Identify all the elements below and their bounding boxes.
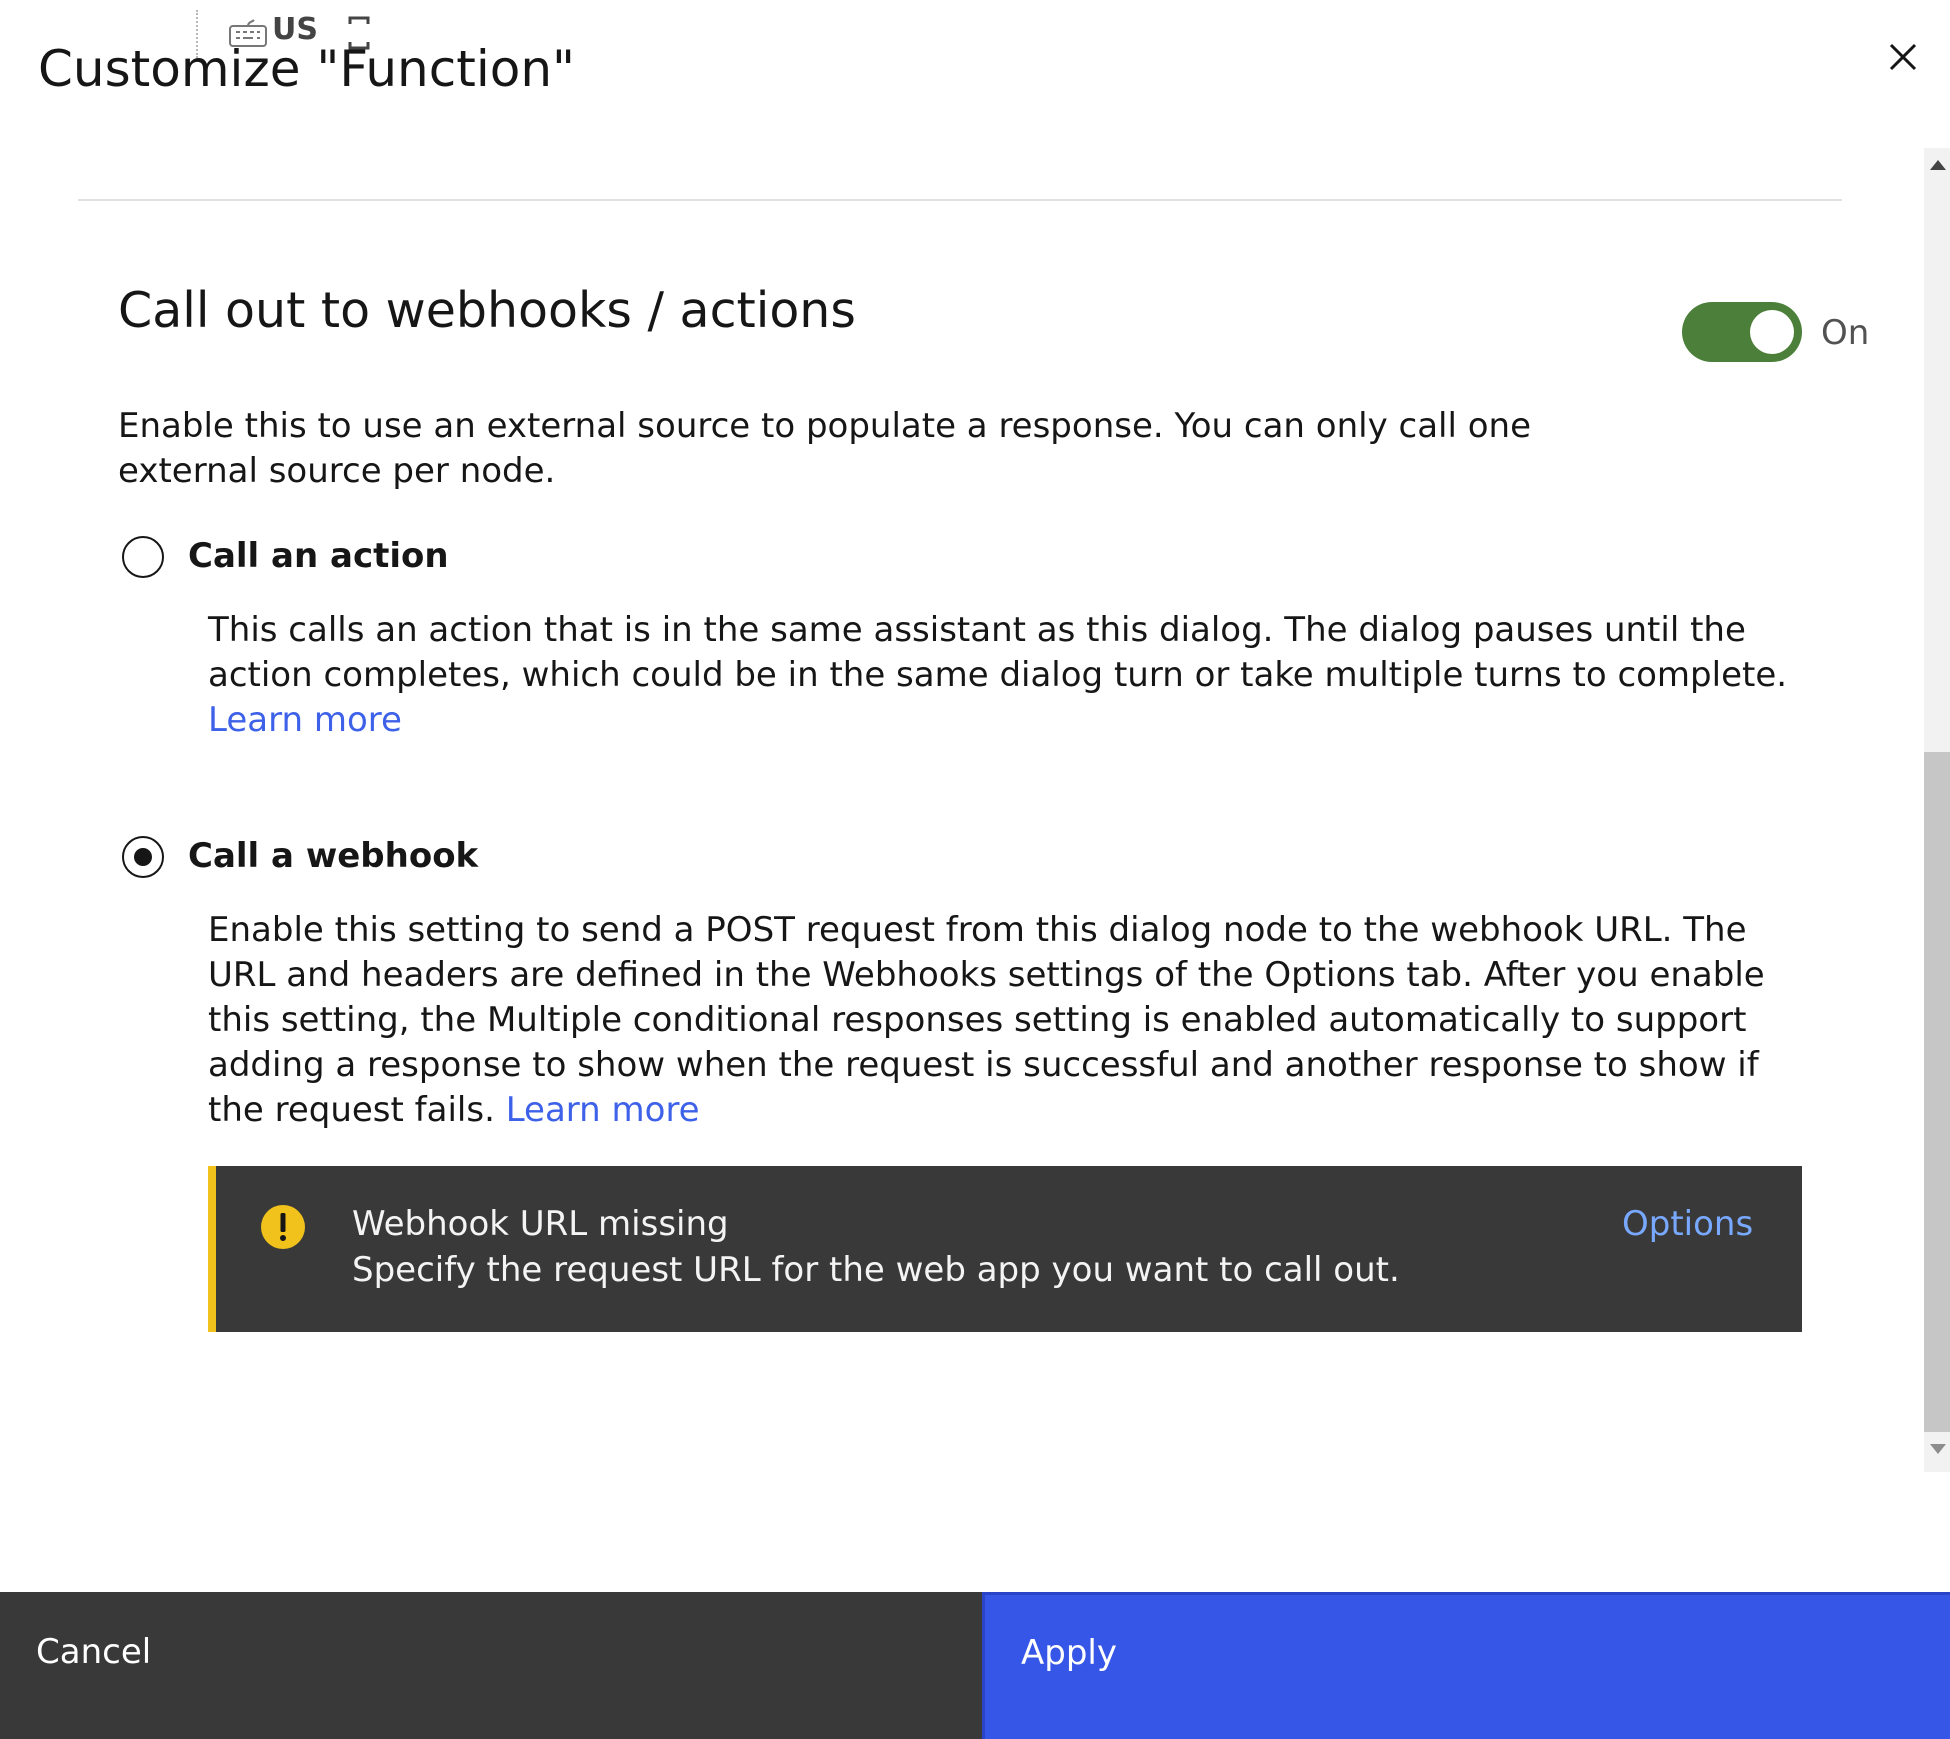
warning-icon <box>261 1205 305 1249</box>
radio-label-call-action[interactable]: Call an action <box>188 536 449 576</box>
callout-description: Enable this to use an external source to… <box>118 406 1532 491</box>
scrollbar-thumb[interactable] <box>1924 752 1950 1432</box>
call-action-description: This calls an action that is in the same… <box>208 608 1808 743</box>
cancel-button[interactable]: Cancel <box>0 1592 982 1739</box>
scroll-down-arrow-icon[interactable] <box>1930 1444 1946 1454</box>
notification-subtitle: Specify the request URL for the web app … <box>352 1250 1400 1290</box>
dialog-title: Customize "Function" <box>38 40 576 98</box>
callout-toggle[interactable] <box>1682 302 1802 362</box>
toggle-state-label: On <box>1821 313 1870 353</box>
radio-label-call-webhook[interactable]: Call a webhook <box>188 836 478 876</box>
call-webhook-description: Enable this setting to send a POST reque… <box>208 908 1818 1133</box>
webhook-warning-notification: Webhook URL missing Specify the request … <box>208 1166 1802 1332</box>
radio-call-action[interactable] <box>122 536 164 578</box>
close-icon[interactable] <box>1886 40 1920 74</box>
scroll-up-arrow-icon[interactable] <box>1930 160 1946 170</box>
scrollbar[interactable] <box>1924 148 1950 1472</box>
apply-button[interactable]: Apply <box>982 1592 1950 1739</box>
callout-heading: Call out to webhooks / actions <box>118 282 856 339</box>
cancel-button-label: Cancel <box>36 1632 152 1672</box>
call-action-description-text: This calls an action that is in the same… <box>208 610 1788 695</box>
apply-button-label: Apply <box>1021 1633 1117 1673</box>
call-webhook-description-text: Enable this setting to send a POST reque… <box>208 910 1765 1130</box>
call-action-learn-more-link[interactable]: Learn more <box>208 700 402 740</box>
section-divider <box>78 199 1842 201</box>
toggle-knob <box>1750 310 1794 354</box>
call-webhook-learn-more-link[interactable]: Learn more <box>506 1090 700 1130</box>
radio-call-webhook[interactable] <box>122 836 164 878</box>
notification-options-link[interactable]: Options <box>1622 1204 1753 1244</box>
notification-title: Webhook URL missing <box>352 1204 729 1244</box>
dialog-footer: Cancel Apply <box>0 1592 1950 1739</box>
